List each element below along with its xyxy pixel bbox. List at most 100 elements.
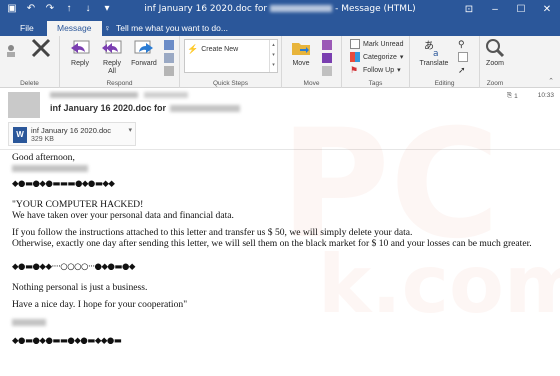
group-editing: あa Translate ⚲ ➚ Editing bbox=[410, 36, 480, 88]
greeting: Good afternoon, bbox=[12, 152, 75, 163]
attachment-count: ⎘ 1 bbox=[506, 92, 518, 100]
reply-all-button[interactable]: Reply All bbox=[98, 38, 126, 76]
group-label-respond: Respond bbox=[106, 80, 133, 87]
group-label-editing: Editing bbox=[434, 80, 455, 87]
rules-button[interactable] bbox=[322, 40, 332, 50]
lightning-icon: ⚡ bbox=[187, 44, 199, 54]
word-doc-icon: W bbox=[13, 127, 27, 143]
reply-all-icon bbox=[102, 40, 122, 54]
chevron-down-icon: ▾ bbox=[397, 67, 401, 74]
message-subject: inf January 16 2020.doc for bbox=[50, 103, 241, 113]
im-reply-button[interactable] bbox=[164, 53, 174, 63]
redacted-subject-name bbox=[170, 104, 241, 112]
more-respond-button[interactable] bbox=[164, 66, 174, 76]
forward-button[interactable]: Forward bbox=[128, 38, 160, 68]
sender-avatar bbox=[8, 92, 40, 118]
mark-unread-button[interactable]: Mark Unread bbox=[350, 39, 403, 49]
window-controls: ⊡ – ☐ ✕ bbox=[456, 0, 560, 20]
search-icon: ⚲ bbox=[458, 39, 465, 49]
reply-button[interactable]: Reply bbox=[66, 38, 94, 68]
redacted-recipient bbox=[144, 92, 188, 98]
rules-icon bbox=[322, 40, 332, 50]
maximize-icon[interactable]: ☐ bbox=[508, 0, 534, 20]
onenote-button[interactable] bbox=[322, 53, 332, 63]
message-time: 10:33 bbox=[537, 92, 554, 99]
meeting-icon bbox=[164, 40, 174, 50]
header-meta: ⎘ 1 10:33 bbox=[507, 92, 554, 100]
group-delete: Delete bbox=[0, 36, 60, 88]
body-line: We have taken over your personal data an… bbox=[12, 210, 234, 221]
lightbulb-icon: ♀ bbox=[104, 23, 111, 33]
zoom-button[interactable]: Zoom bbox=[482, 38, 508, 68]
close-icon[interactable]: ✕ bbox=[534, 0, 560, 20]
group-label-zoom: Zoom bbox=[486, 80, 504, 87]
group-move: Move Move bbox=[282, 36, 342, 88]
gallery-scroll[interactable]: ▴ ▾ ▾ bbox=[269, 40, 277, 72]
group-zoom: Zoom Zoom bbox=[480, 36, 510, 88]
tab-file[interactable]: File bbox=[10, 21, 44, 36]
translate-icon: あa bbox=[424, 40, 439, 58]
ribbon-tabs: File Message ♀ Tell me what you want to d… bbox=[0, 20, 560, 36]
chevron-down-icon[interactable]: ▾ bbox=[128, 126, 132, 134]
delete-button[interactable] bbox=[26, 38, 56, 60]
im-icon bbox=[164, 53, 174, 63]
onenote-icon bbox=[322, 53, 332, 63]
find-button[interactable]: ⚲ bbox=[458, 39, 465, 50]
collapse-ribbon-icon[interactable]: ⌃ bbox=[548, 77, 554, 85]
divider-symbols: ◆●▬●◆◆····○○○○···●◆●▬●◆ bbox=[12, 262, 135, 272]
forward-icon bbox=[134, 40, 153, 54]
cursor-icon: ➚ bbox=[458, 65, 466, 75]
actions-icon bbox=[322, 66, 332, 76]
body-line: Otherwise, exactly one day after sending… bbox=[12, 238, 532, 249]
flag-icon: ⚑ bbox=[350, 65, 359, 75]
group-label-quick-steps: Quick Steps bbox=[212, 80, 249, 87]
chevron-down-icon: ▾ bbox=[399, 54, 404, 61]
attachment-size: 329 KB bbox=[31, 136, 54, 143]
delete-x-icon bbox=[31, 38, 51, 58]
group-respond: Reply Reply All Forward Respond bbox=[60, 36, 180, 88]
tell-me-box[interactable]: ♀ Tell me what you want to do... bbox=[104, 22, 228, 35]
body-line: Nothing personal is just a business. bbox=[12, 282, 148, 293]
ribbon-display-icon[interactable]: ⊡ bbox=[456, 0, 482, 20]
group-tags: Mark Unread Categorize ▾ ⚑ Follow Up ▾ Tags bbox=[342, 36, 410, 88]
categorize-button[interactable]: Categorize ▾ bbox=[350, 52, 403, 62]
attachment-name: inf January 16 2020.doc bbox=[31, 126, 112, 135]
related-icon bbox=[458, 52, 468, 62]
body-line: If you follow the instructions attached … bbox=[12, 227, 413, 238]
body-line: "YOUR COMPUTER HACKED! bbox=[12, 199, 144, 210]
envelope-icon bbox=[350, 39, 360, 49]
redacted-sender bbox=[50, 92, 138, 98]
sender-line bbox=[50, 92, 188, 98]
reply-icon bbox=[71, 40, 90, 54]
related-button[interactable] bbox=[458, 52, 468, 62]
divider-symbols: ◆●▬●◆●▬▬●◆●▬◆◆●▬ bbox=[12, 336, 122, 346]
ribbon: Delete Reply Reply All Forward Respond ⚡ C… bbox=[0, 36, 560, 88]
title-bar: ▣ ↶ ↷ ↑ ↓ ▾ inf January 16 2020.doc for -… bbox=[0, 0, 560, 20]
watermark-logo-small: k.com bbox=[318, 238, 560, 331]
attachment-tile[interactable]: W inf January 16 2020.doc 329 KB ▾ bbox=[8, 122, 136, 146]
group-label-move: Move bbox=[303, 80, 320, 87]
translate-button[interactable]: あa Translate bbox=[416, 38, 452, 68]
magnifier-icon bbox=[486, 39, 505, 58]
redacted-name bbox=[270, 5, 333, 12]
quick-steps-gallery: ⚡ Create New ▴ ▾ ▾ bbox=[184, 39, 278, 73]
group-label-delete: Delete bbox=[20, 80, 39, 87]
categorize-icon bbox=[350, 52, 360, 62]
actions-button[interactable] bbox=[322, 66, 332, 76]
ignore-button[interactable] bbox=[4, 44, 18, 60]
group-quick-steps: ⚡ Create New ▴ ▾ ▾ Quick Steps bbox=[180, 36, 282, 88]
svg-text:a: a bbox=[433, 49, 439, 58]
minimize-icon[interactable]: – bbox=[482, 0, 508, 20]
tab-message[interactable]: Message bbox=[47, 21, 102, 36]
redacted-recipient-name bbox=[12, 164, 88, 175]
ignore-icon bbox=[7, 45, 15, 57]
group-label-tags: Tags bbox=[368, 80, 383, 87]
redacted-signature bbox=[12, 318, 46, 329]
paperclip-icon: ⎘ bbox=[506, 92, 513, 99]
meeting-reply-button[interactable] bbox=[164, 40, 174, 50]
follow-up-button[interactable]: ⚑ Follow Up ▾ bbox=[350, 65, 401, 75]
move-button[interactable]: Move bbox=[286, 38, 316, 68]
create-new-quickstep[interactable]: ⚡ Create New bbox=[187, 44, 238, 55]
more-icon bbox=[164, 66, 174, 76]
select-button[interactable]: ➚ bbox=[458, 65, 466, 76]
